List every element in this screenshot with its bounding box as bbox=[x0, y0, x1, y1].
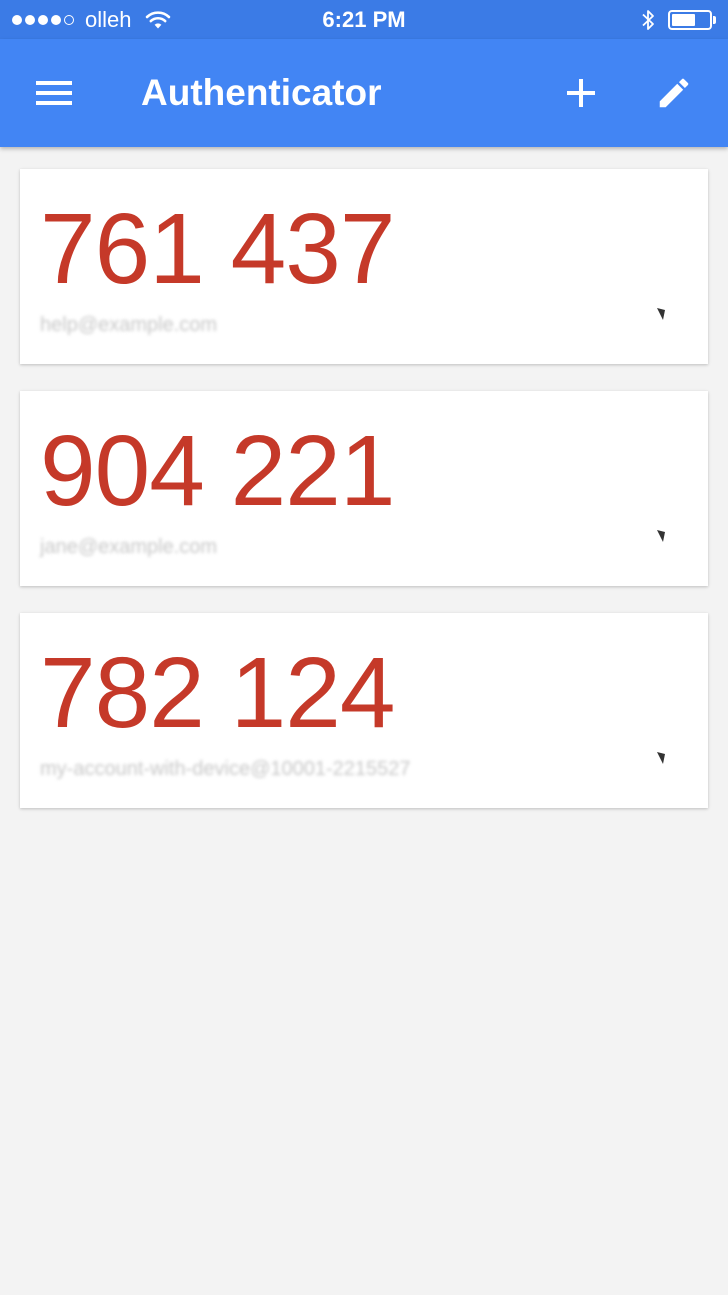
status-bar: olleh 6:21 PM bbox=[0, 0, 728, 39]
account-name: jane@example.com bbox=[40, 536, 218, 558]
status-right bbox=[640, 7, 716, 33]
account-name: my-account-with-device@10001-2215527 bbox=[40, 758, 411, 780]
account-card[interactable]: 904 221 jane@example.com bbox=[20, 391, 708, 586]
verification-code: 782 124 bbox=[40, 637, 395, 749]
add-icon bbox=[567, 79, 595, 107]
account-card[interactable]: 761 437 help@example.com bbox=[20, 169, 708, 364]
app-bar: Authenticator bbox=[0, 39, 728, 147]
screen: olleh 6:21 PM Authenticator 761 437 help… bbox=[0, 0, 728, 1295]
edit-icon bbox=[659, 78, 689, 108]
countdown-indicator-icon bbox=[657, 752, 665, 764]
battery-tip bbox=[713, 16, 716, 24]
battery-icon bbox=[668, 10, 712, 30]
edit-button[interactable] bbox=[648, 69, 700, 117]
bluetooth-icon bbox=[642, 10, 654, 30]
battery-level bbox=[672, 14, 696, 26]
account-card[interactable]: 782 124 my-account-with-device@10001-221… bbox=[20, 613, 708, 808]
status-time: 6:21 PM bbox=[322, 7, 406, 32]
verification-code: 761 437 bbox=[40, 193, 395, 305]
menu-icon bbox=[36, 81, 72, 105]
account-list: 761 437 help@example.com 904 221 jane@ex… bbox=[20, 169, 708, 835]
menu-button[interactable] bbox=[26, 69, 82, 117]
account-name: help@example.com bbox=[40, 314, 218, 336]
app-title: Authenticator bbox=[141, 72, 382, 113]
countdown-indicator-icon bbox=[657, 530, 665, 542]
countdown-indicator-icon bbox=[657, 308, 665, 320]
verification-code: 904 221 bbox=[40, 415, 395, 527]
add-account-button[interactable] bbox=[556, 69, 606, 117]
